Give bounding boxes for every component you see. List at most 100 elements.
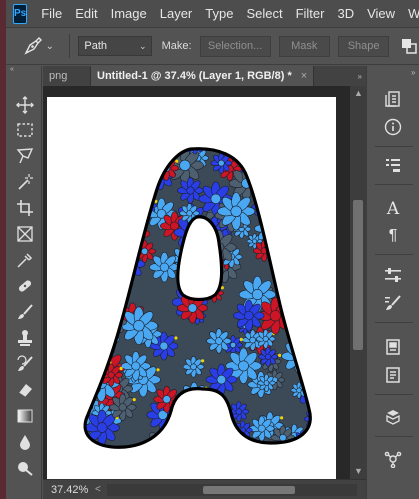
magic-wand-icon[interactable] [13, 171, 37, 193]
flower [217, 192, 256, 231]
frame-icon[interactable] [13, 223, 37, 245]
lasso-icon[interactable] [13, 145, 37, 167]
menu-select[interactable]: Select [246, 6, 282, 21]
history-icon[interactable] [381, 88, 405, 110]
flower [93, 225, 120, 251]
menu-edit[interactable]: Edit [75, 6, 97, 21]
marquee-icon[interactable] [13, 119, 37, 141]
make-label: Make: [161, 40, 192, 52]
flower [206, 328, 232, 354]
close-icon[interactable]: × [301, 70, 307, 82]
flower [108, 393, 137, 421]
blur-icon[interactable] [13, 431, 37, 453]
menu-window[interactable]: Wi [408, 6, 419, 21]
brush-icon[interactable] [13, 301, 37, 323]
dodge-icon[interactable] [13, 457, 37, 479]
flower [301, 148, 311, 154]
menu-file[interactable]: File [41, 6, 62, 21]
flower [87, 261, 126, 299]
pen-mode-value: Path [84, 40, 108, 52]
flower [87, 153, 108, 173]
panel-grip-icon[interactable]: » [411, 68, 415, 77]
panel-divider [375, 184, 413, 185]
ps-logo: Ps [13, 3, 28, 24]
tab-untitled-1[interactable]: Untitled-1 @ 37.4% (Layer 1, RGB/8) * × [91, 66, 315, 86]
flower [120, 350, 151, 381]
panel-grip-icon[interactable]: « [6, 66, 41, 74]
scroll-down-icon[interactable]: ▼ [354, 466, 363, 476]
brush-settings-icon[interactable] [381, 292, 405, 314]
scroll-up-icon[interactable]: ▲ [354, 88, 363, 98]
menu-type[interactable]: Type [205, 6, 233, 21]
history-brush-icon[interactable] [13, 353, 37, 375]
flower [94, 181, 113, 201]
adjustments-icon[interactable] [381, 264, 405, 286]
properties-icon[interactable] [381, 154, 405, 176]
tab-overflow-icon[interactable]: » [358, 72, 366, 86]
move-icon[interactable] [13, 94, 37, 116]
gradient-icon[interactable] [13, 405, 37, 427]
scrollbar-thumb[interactable] [202, 485, 295, 494]
menu-layer[interactable]: Layer [160, 6, 193, 21]
healing-brush-icon[interactable] [13, 275, 37, 297]
letter-a-artwork [83, 147, 312, 449]
panel-divider [375, 436, 413, 437]
pen-tool-icon[interactable] [20, 35, 46, 57]
flower [85, 243, 103, 270]
swatches-icon[interactable] [381, 336, 405, 358]
paragraph-icon[interactable]: ¶ [381, 225, 405, 247]
eraser-icon[interactable] [13, 379, 37, 401]
pen-mode-select[interactable]: Path ⌄ [78, 36, 152, 56]
make-shape-button[interactable]: Shape [337, 35, 390, 57]
scroll-left-icon[interactable]: < [95, 484, 101, 495]
tab-png[interactable]: png [43, 66, 91, 86]
crop-icon[interactable] [13, 197, 37, 219]
flower [268, 185, 293, 209]
menu-view[interactable]: View [367, 6, 395, 21]
clone-stamp-icon[interactable] [13, 327, 37, 349]
horizontal-scrollbar[interactable] [106, 483, 357, 496]
canvas-area[interactable] [43, 86, 350, 479]
right-panel-dock: » A ¶ [366, 66, 419, 499]
flower [277, 148, 294, 160]
flower [184, 403, 222, 442]
path-operations-icon[interactable] [399, 36, 419, 56]
document-canvas[interactable] [47, 97, 336, 479]
tools-panel: « [6, 66, 42, 499]
menu-image[interactable]: Image [111, 6, 147, 21]
flower [306, 190, 311, 204]
flower [85, 201, 104, 221]
flower [187, 148, 203, 155]
flower [85, 366, 92, 387]
flower [250, 150, 275, 175]
tab-label: Untitled-1 @ 37.4% (Layer 1, RGB/8) * [97, 70, 292, 82]
flower [253, 239, 276, 262]
tab-label: png [49, 70, 68, 82]
flower [284, 238, 306, 260]
vertical-scrollbar[interactable]: ▲ ▼ [350, 86, 366, 479]
flower [180, 401, 199, 420]
flower [285, 162, 310, 187]
flower [263, 174, 283, 193]
libraries-icon[interactable] [381, 364, 405, 386]
flower [174, 397, 204, 427]
flower [98, 203, 126, 231]
menu-3d[interactable]: 3D [337, 6, 354, 21]
eyedropper-icon[interactable] [13, 249, 37, 271]
flower [95, 229, 123, 257]
flower [88, 313, 112, 337]
scrollbar-thumb[interactable] [353, 200, 363, 350]
flower [85, 190, 93, 207]
make-selection-button[interactable]: Selection... [199, 35, 271, 57]
zoom-level[interactable]: 37.42% [43, 484, 95, 496]
make-mask-button[interactable]: Mask [278, 35, 330, 57]
layers-3d-icon[interactable] [381, 406, 405, 428]
chevron-down-icon[interactable]: ⌄ [46, 41, 62, 52]
flower [85, 242, 94, 265]
channels-icon[interactable] [381, 448, 405, 470]
menu-filter[interactable]: Filter [296, 6, 325, 21]
info-icon[interactable] [381, 116, 405, 138]
flower [149, 251, 180, 283]
flower [93, 148, 126, 163]
character-icon[interactable]: A [381, 198, 405, 220]
